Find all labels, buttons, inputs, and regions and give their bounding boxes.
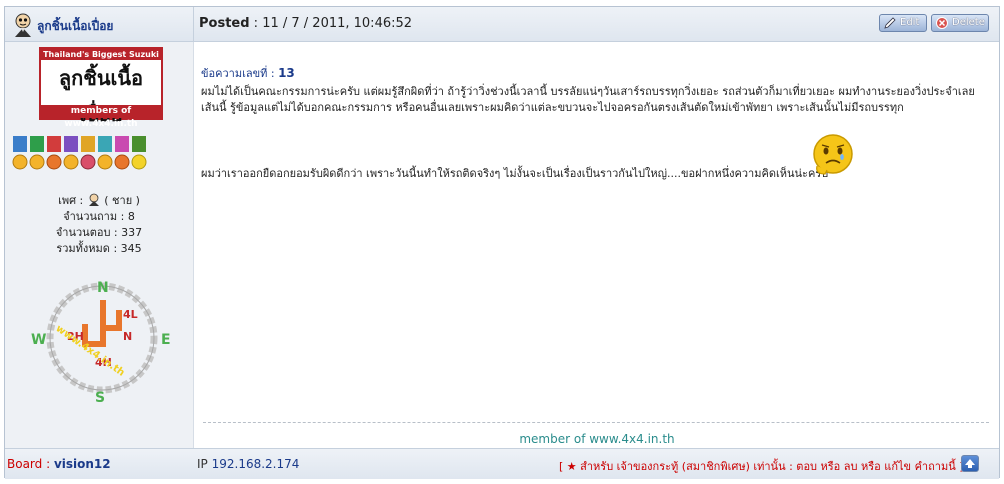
edit-button[interactable]: Edit	[879, 14, 927, 32]
compass-neutral: N	[123, 330, 132, 343]
author-username[interactable]: ลูกชิ้นเนื้อเปื่อย	[37, 17, 113, 36]
author-sidebar: Thailand's Biggest Suzuki 4x4 Club ลูกชิ…	[5, 42, 194, 448]
medals-icon	[12, 136, 147, 170]
male-avatar-icon	[88, 193, 99, 206]
owner-notice: [ ★ สำหรับ เจ้าของกระทู้ (สมาชิกพิเศษ) เ…	[559, 460, 964, 473]
answers-label: จำนวนตอบ :	[55, 226, 122, 239]
board-value[interactable]: vision12	[54, 457, 111, 471]
pencil-icon	[884, 17, 896, 29]
post-footer: Board : vision12 IP 192.168.2.174 [ ★ สำ…	[5, 448, 999, 479]
post-header: ลูกชิ้นเนื้อเปื่อย Posted : 11 / 7 / 201…	[5, 7, 999, 42]
message-number-value: 13	[278, 66, 295, 80]
message-number: ข้อความเลขที่ : 13	[201, 64, 295, 82]
club-badge-sub: members of www.4x4.in.th	[41, 105, 161, 129]
sad-smiley-icon	[813, 134, 853, 175]
ip-value: 192.168.2.174	[211, 457, 300, 471]
compass-e: E	[161, 332, 171, 348]
ip-label: IP	[197, 457, 212, 471]
questions-value: 8	[127, 210, 135, 223]
author-cell: ลูกชิ้นเนื้อเปื่อย	[5, 7, 194, 41]
total-row: รวมทั้งหมด : 345	[5, 241, 193, 257]
board-info: Board : vision12	[7, 457, 111, 471]
edit-button-label: Edit	[900, 17, 920, 28]
ip-info: IP 192.168.2.174	[197, 457, 299, 471]
message-paragraph-1: ผมไม่ได้เป็นคณะกรรมการน่ะครับ แต่ผมรู้สึ…	[201, 85, 975, 114]
signature-divider	[203, 422, 989, 423]
compass-4l: 4L	[123, 308, 138, 321]
answers-value: 337	[121, 226, 143, 239]
compass-s: S	[95, 390, 105, 406]
delete-button[interactable]: Delete	[931, 14, 989, 32]
post-content: ข้อความเลขที่ : 13 ผมไม่ได้เป็นคณะกรรมกา…	[195, 42, 999, 448]
compass-n: N	[97, 280, 109, 296]
posted-label: Posted	[199, 16, 250, 31]
delete-button-label: Delete	[952, 17, 985, 28]
author-stats: เพศ : ( ชาย ) จำนวนถาม : 8 จำนวนตอบ : 33…	[5, 192, 193, 257]
gender-row: เพศ : ( ชาย )	[5, 192, 193, 209]
gender-value: ( ชาย )	[100, 194, 140, 207]
message-paragraph-2: ผมว่าเราออกยืดอกยอมรับผิดดีกว่า เพราะวัน…	[201, 167, 829, 180]
scroll-top-button[interactable]	[961, 455, 979, 472]
total-value: 345	[120, 242, 142, 255]
signature-text: member of www.4x4.in.th	[519, 432, 675, 446]
club-badge: Thailand's Biggest Suzuki 4x4 Club ลูกชิ…	[39, 47, 163, 129]
delete-icon	[936, 17, 948, 29]
gender-label: เพศ :	[58, 194, 87, 207]
message-box: ข้อความเลขที่ : 13 ผมไม่ได้เป็นคณะกรรมกา…	[199, 60, 985, 196]
posted-timestamp: Posted : 11 / 7 / 2011, 10:46:52	[199, 16, 412, 31]
questions-label: จำนวนถาม :	[63, 210, 128, 223]
posted-value: : 11 / 7 / 2011, 10:46:52	[249, 16, 413, 31]
questions-row: จำนวนถาม : 8	[5, 209, 193, 225]
message-number-label: ข้อความเลขที่ :	[201, 67, 279, 80]
club-badge-top: Thailand's Biggest Suzuki 4x4 Club	[41, 49, 161, 70]
compass-w: W	[31, 332, 46, 348]
answers-row: จำนวนตอบ : 337	[5, 225, 193, 241]
post-frame: ลูกชิ้นเนื้อเปื่อย Posted : 11 / 7 / 201…	[4, 6, 1000, 479]
4x4-compass-emblem: N S E W 4L 2H N 4H www.4x4.in.th	[31, 280, 171, 406]
total-label: รวมทั้งหมด :	[56, 242, 121, 255]
user-avatar-icon	[15, 13, 31, 37]
board-label: Board :	[7, 457, 54, 471]
arrow-up-icon	[965, 459, 975, 468]
